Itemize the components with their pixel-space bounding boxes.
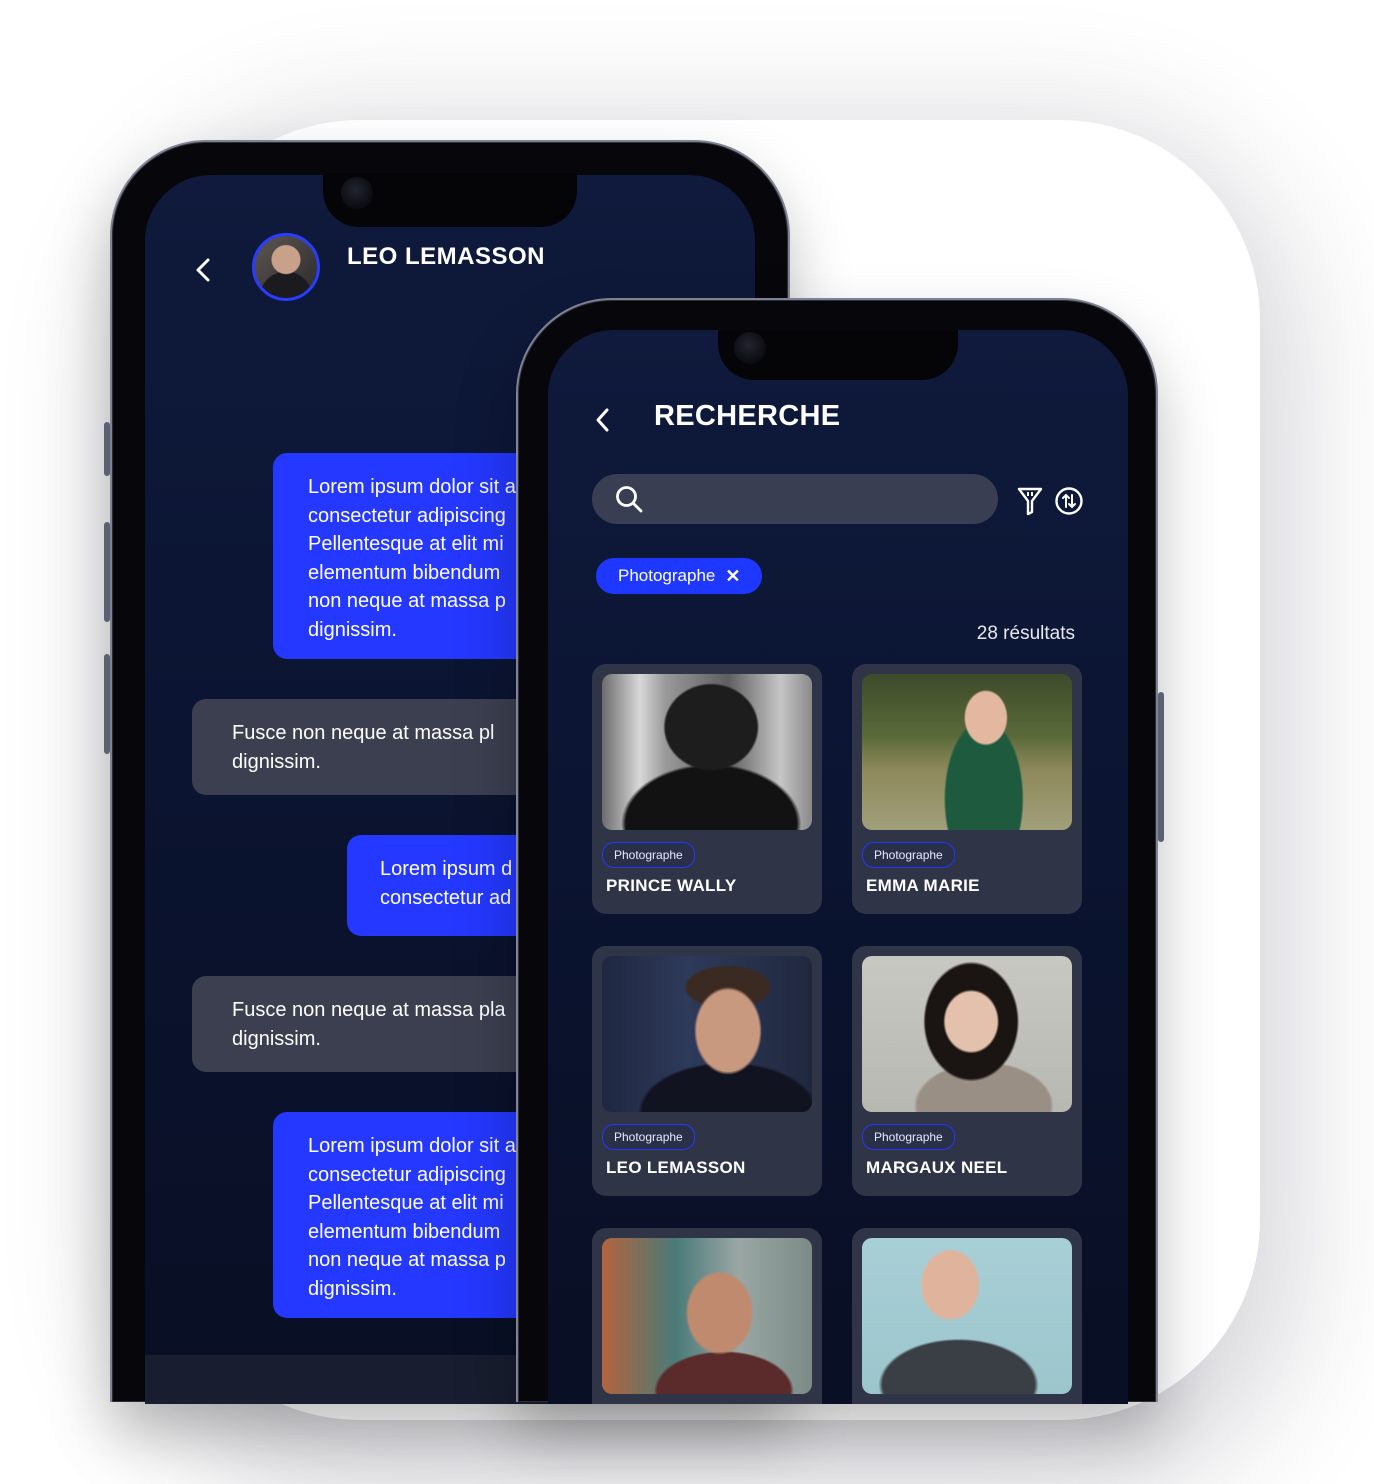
profile-photo [602, 1238, 812, 1394]
profile-card[interactable]: Photographe MARGAUX NEEL [852, 946, 1082, 1196]
notch [718, 330, 958, 380]
profile-photo [602, 956, 812, 1112]
sort-icon[interactable] [1054, 486, 1084, 516]
profile-photo [862, 1238, 1072, 1394]
contact-name: LEO LEMASSON [347, 243, 546, 270]
search-screen: RECHERCHE Photographe ✕ 28 résultats Pho… [548, 330, 1128, 1404]
profile-name: MARGAUX NEEL [866, 1158, 1008, 1177]
camera [734, 332, 766, 364]
profile-photo [602, 674, 812, 830]
page-title: RECHERCHE [654, 400, 841, 432]
profile-photo [862, 956, 1072, 1112]
search-icon [616, 486, 643, 513]
mute-switch [104, 422, 110, 476]
notch [323, 175, 577, 227]
profile-card[interactable]: Photographe LEO LEMASSON [592, 946, 822, 1196]
back-arrow-icon[interactable] [189, 255, 219, 285]
results-count: 28 résultats [976, 623, 1075, 644]
camera [341, 177, 373, 209]
close-icon[interactable]: ✕ [725, 558, 740, 594]
contact-avatar[interactable] [252, 233, 320, 301]
volume-up-button [104, 522, 110, 622]
filter-icon[interactable] [1015, 485, 1045, 517]
profile-card[interactable] [852, 1228, 1082, 1404]
category-tag: Photographe [862, 842, 955, 868]
profile-name: PRINCE WALLY [606, 876, 737, 895]
volume-down-button [104, 654, 110, 754]
category-tag: Photographe [862, 1124, 955, 1150]
back-arrow-icon[interactable] [590, 405, 616, 435]
profile-card[interactable] [592, 1228, 822, 1404]
power-button [1158, 692, 1164, 842]
profile-name: LEO LEMASSON [606, 1158, 746, 1177]
active-filter-chip[interactable]: Photographe ✕ [596, 558, 763, 594]
profile-card[interactable]: Photographe PRINCE WALLY [592, 664, 822, 914]
search-input[interactable] [592, 474, 998, 524]
phone-search: RECHERCHE Photographe ✕ 28 résultats Pho… [516, 298, 1164, 1404]
category-tag: Photographe [602, 1124, 695, 1150]
profile-name: EMMA MARIE [866, 876, 980, 895]
profile-photo [862, 674, 1072, 830]
filter-chip-label: Photographe [618, 566, 716, 585]
profile-card[interactable]: Photographe EMMA MARIE [852, 664, 1082, 914]
category-tag: Photographe [602, 842, 695, 868]
